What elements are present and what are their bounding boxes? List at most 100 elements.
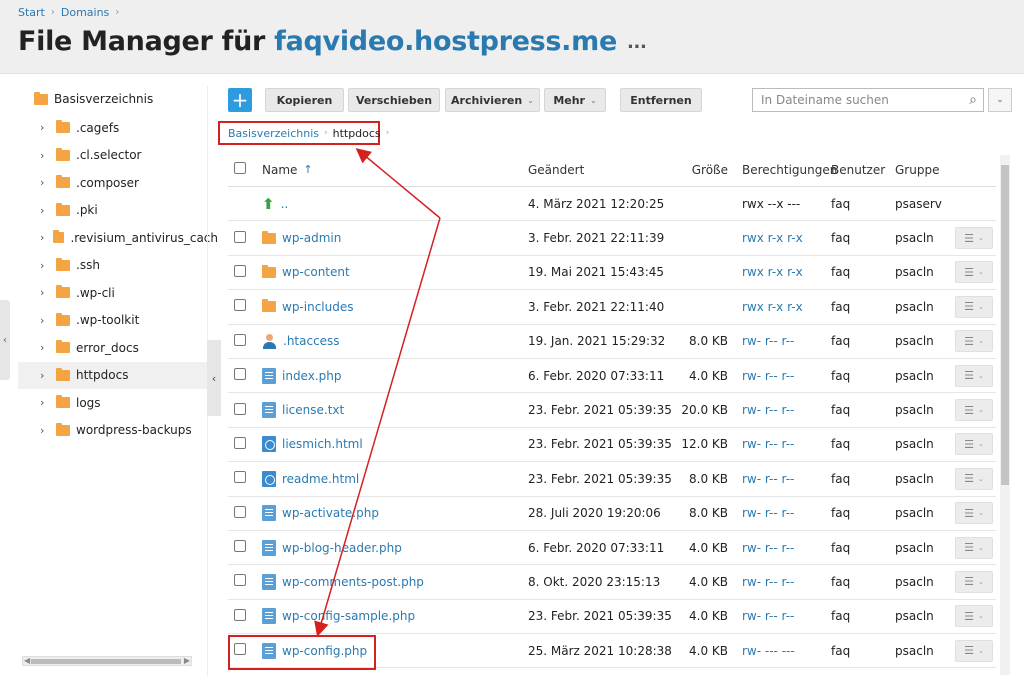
scrollbar-thumb[interactable] — [1001, 165, 1009, 485]
file-permissions[interactable]: rwx r-x r-x — [728, 231, 831, 245]
table-row[interactable]: license.txt 23. Febr. 2021 05:39:35 20.0 K… — [228, 393, 996, 428]
file-name-link[interactable]: .. — [281, 197, 289, 211]
column-permissions[interactable]: Berechtigungen — [728, 163, 837, 177]
remove-button[interactable]: Entfernen — [620, 88, 702, 112]
file-permissions[interactable]: rw- r-- r-- — [728, 541, 831, 555]
table-row[interactable]: wp-config-sample.php 23. Febr. 2021 05:39… — [228, 600, 996, 635]
file-name-link[interactable]: wp-config-sample.php — [282, 609, 415, 623]
chevron-right-icon[interactable]: › — [40, 396, 52, 409]
file-permissions[interactable]: rw- r-- r-- — [728, 609, 831, 623]
column-size[interactable]: Größe — [670, 163, 728, 177]
file-name-link[interactable]: liesmich.html — [282, 437, 363, 451]
chevron-right-icon[interactable]: › — [40, 204, 52, 217]
file-permissions[interactable]: rw- --- --- — [728, 644, 831, 658]
search-input[interactable]: In Dateiname suchen ⌕ — [752, 88, 984, 112]
chevron-right-icon[interactable]: › — [40, 149, 52, 162]
column-name[interactable]: Name ↑ — [262, 163, 528, 177]
tree-item[interactable]: › .ssh — [18, 252, 218, 280]
file-name-link[interactable]: readme.html — [282, 472, 359, 486]
table-row[interactable]: wp-comments-post.php 8. Okt. 2020 23:15:1… — [228, 565, 996, 600]
row-menu-button[interactable]: ☰ ⌄ — [955, 261, 993, 284]
table-row[interactable]: ⬆.. 4. März 2021 12:20:25 rwx --x --- faq ps… — [228, 187, 996, 222]
chevron-right-icon[interactable]: › — [40, 231, 49, 244]
column-user[interactable]: Benutzer — [831, 163, 895, 177]
file-permissions[interactable]: rwx r-x r-x — [728, 265, 831, 279]
column-group[interactable]: Gruppe — [895, 163, 955, 177]
more-button[interactable]: Mehr ⌄ — [544, 88, 606, 112]
search-options-button[interactable]: ⌄ — [988, 88, 1012, 112]
breadcrumb-start[interactable]: Start — [18, 6, 45, 19]
row-menu-button[interactable]: ☰ ⌄ — [955, 227, 993, 250]
archive-button[interactable]: Archivieren ⌄ — [445, 88, 540, 112]
file-permissions[interactable]: rw- r-- r-- — [728, 369, 831, 383]
file-permissions[interactable]: rw- r-- r-- — [728, 437, 831, 451]
row-menu-button[interactable]: ☰ ⌄ — [955, 536, 993, 559]
file-permissions[interactable]: rw- r-- r-- — [728, 403, 831, 417]
chevron-right-icon[interactable]: › — [40, 424, 52, 437]
table-row[interactable]: wp-includes 3. Febr. 2021 22:11:40 rwx r-x… — [228, 290, 996, 325]
table-row[interactable]: liesmich.html 23. Febr. 2021 05:39:35 12.0… — [228, 428, 996, 463]
scroll-right-icon[interactable]: ▶ — [184, 656, 190, 665]
tree-item[interactable]: › .wp-cli — [18, 279, 218, 307]
file-name-link[interactable]: wp-activate.php — [282, 506, 379, 520]
file-permissions[interactable]: rw- r-- r-- — [728, 506, 831, 520]
tree-item[interactable]: › .revisium_antivirus_cach — [18, 224, 218, 252]
add-button[interactable]: + — [228, 88, 252, 112]
row-menu-button[interactable]: ☰ ⌄ — [955, 399, 993, 422]
file-name-link[interactable]: index.php — [282, 369, 341, 383]
chevron-right-icon[interactable]: › — [40, 341, 52, 354]
table-row[interactable]: wp-config.php 25. März 2021 10:28:38 4.0 K… — [228, 634, 996, 669]
file-name-link[interactable]: wp-content — [282, 265, 350, 279]
breadcrumb-domains[interactable]: Domains — [61, 6, 109, 19]
page-title-domain[interactable]: faqvideo.hostpress.me — [274, 26, 617, 57]
chevron-right-icon[interactable]: › — [40, 176, 52, 189]
row-checkbox[interactable] — [234, 643, 246, 656]
tree-item[interactable]: › error_docs — [18, 334, 218, 362]
row-checkbox[interactable] — [234, 264, 246, 277]
file-permissions[interactable]: rw- r-- r-- — [728, 334, 831, 348]
chevron-right-icon[interactable]: › — [40, 121, 52, 134]
row-menu-button[interactable]: ☰ ⌄ — [955, 467, 993, 490]
collapse-sidebar-button[interactable]: ‹ — [207, 340, 221, 416]
file-name-link[interactable]: wp-includes — [282, 300, 354, 314]
table-row[interactable]: wp-content 19. Mai 2021 15:43:45 rwx r-x r… — [228, 256, 996, 291]
file-permissions[interactable]: rw- r-- r-- — [728, 472, 831, 486]
select-all-checkbox[interactable] — [234, 162, 246, 174]
file-name-link[interactable]: wp-blog-header.php — [282, 541, 402, 555]
row-menu-button[interactable]: ☰ ⌄ — [955, 295, 993, 318]
vertical-scrollbar[interactable] — [1000, 155, 1010, 675]
table-row[interactable]: readme.html 23. Febr. 2021 05:39:35 8.0 KB… — [228, 462, 996, 497]
row-checkbox[interactable] — [234, 333, 246, 346]
chevron-right-icon[interactable]: › — [40, 259, 52, 272]
file-name-link[interactable]: .htaccess — [283, 334, 340, 348]
column-changed[interactable]: Geändert — [528, 163, 670, 177]
row-menu-button[interactable]: ☰ ⌄ — [955, 364, 993, 387]
row-checkbox[interactable] — [234, 471, 246, 484]
tree-item[interactable]: › httpdocs — [18, 361, 218, 389]
copy-button[interactable]: Kopieren — [265, 88, 344, 112]
path-root[interactable]: Basisverzeichnis — [228, 127, 319, 140]
row-menu-button[interactable]: ☰ ⌄ — [955, 570, 993, 593]
row-checkbox[interactable] — [234, 505, 246, 518]
move-button[interactable]: Verschieben — [348, 88, 440, 112]
row-menu-button[interactable]: ☰ ⌄ — [955, 330, 993, 353]
row-checkbox[interactable] — [234, 299, 246, 312]
chevron-right-icon[interactable]: › — [40, 369, 52, 382]
row-menu-button[interactable]: ☰ ⌄ — [955, 433, 993, 456]
row-menu-button[interactable]: ☰ ⌄ — [955, 639, 993, 662]
file-permissions[interactable]: rwx r-x r-x — [728, 300, 831, 314]
tree-item[interactable]: › .wp-toolkit — [18, 307, 218, 335]
row-checkbox[interactable] — [234, 574, 246, 587]
row-checkbox[interactable] — [234, 230, 246, 243]
search-icon[interactable]: ⌕ — [969, 92, 977, 108]
tree-item[interactable]: › wordpress-backups — [18, 417, 218, 445]
table-row[interactable]: wp-blog-header.php 6. Febr. 2020 07:33:11… — [228, 531, 996, 566]
file-name-link[interactable]: wp-comments-post.php — [282, 575, 424, 589]
tree-item[interactable]: › .cl.selector — [18, 142, 218, 170]
row-checkbox[interactable] — [234, 540, 246, 553]
more-options-button[interactable]: ... — [627, 32, 647, 53]
scrollbar-thumb[interactable] — [31, 659, 181, 664]
file-name-link[interactable]: license.txt — [282, 403, 344, 417]
chevron-right-icon[interactable]: › — [40, 314, 52, 327]
row-menu-button[interactable]: ☰ ⌄ — [955, 502, 993, 525]
